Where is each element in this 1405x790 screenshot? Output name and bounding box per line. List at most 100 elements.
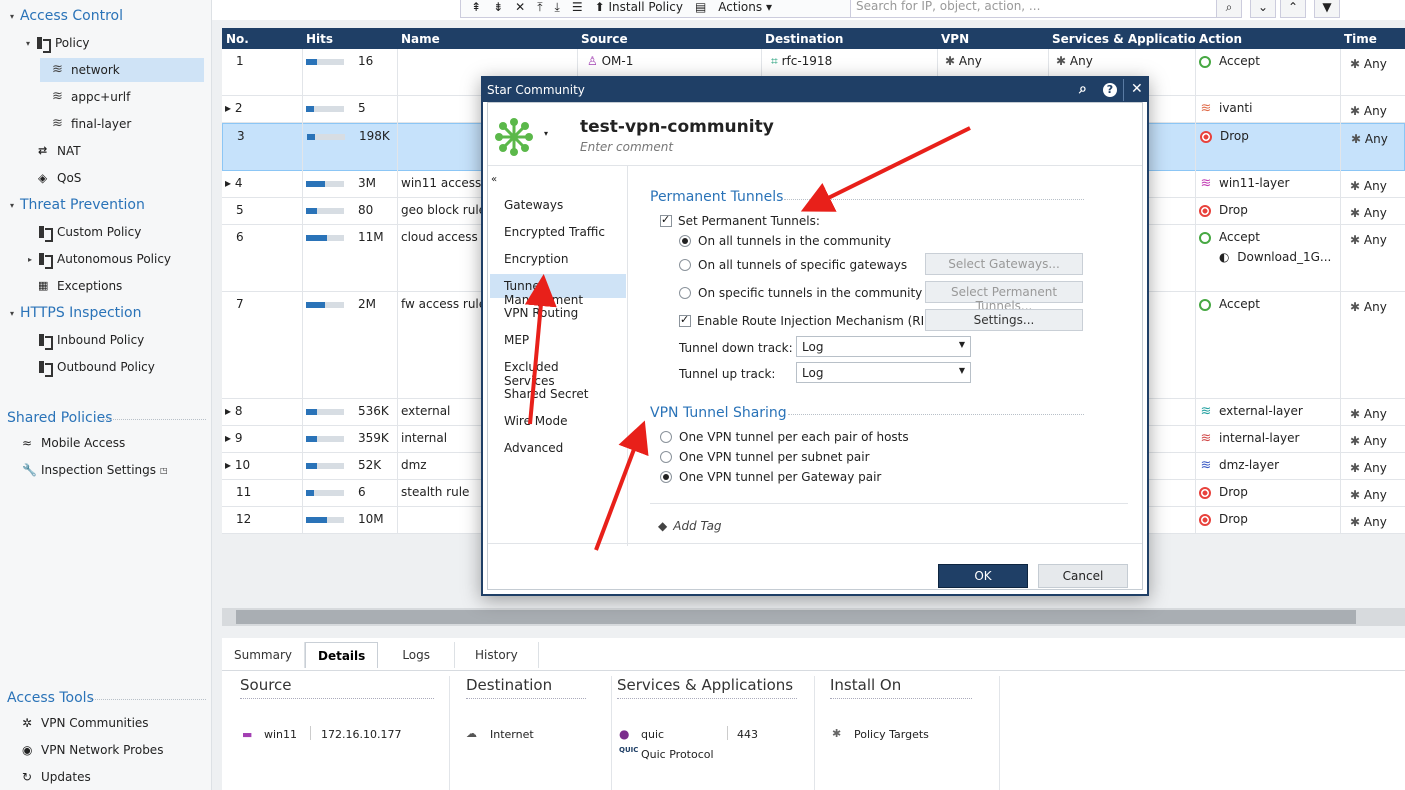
select-gateways-button[interactable]: Select Gateways... <box>925 253 1083 275</box>
community-name[interactable]: test-vpn-community <box>580 117 774 137</box>
radio-share-subnet[interactable]: One VPN tunnel per subnet pair <box>660 450 870 464</box>
cell-source[interactable]: ♙ OM-1 <box>577 49 761 73</box>
search-icon[interactable]: ⌕ <box>1216 0 1242 18</box>
set-permanent-checkbox[interactable]: Set Permanent Tunnels: <box>660 213 820 228</box>
cell-time[interactable]: ✱ Any <box>1340 49 1405 76</box>
close-icon[interactable]: ✕ <box>1131 81 1143 97</box>
nav-encryption[interactable]: Encryption <box>490 247 626 271</box>
sidebar-item-policy[interactable]: ▾ Policy <box>26 31 90 55</box>
sidebar-item-network[interactable]: ≋ network <box>40 58 204 82</box>
cell-time[interactable]: ✱ Any <box>1340 171 1405 198</box>
cell-time[interactable]: ✱ Any <box>1341 124 1405 151</box>
nav-wire-mode[interactable]: Wire Mode <box>490 409 626 433</box>
col-header-vpn[interactable]: VPN <box>937 28 1048 49</box>
cell-action[interactable]: Accept <box>1195 292 1340 316</box>
cell-vpn[interactable]: ✱ Any <box>937 49 1048 73</box>
delete-icon[interactable]: ✕ <box>515 0 525 14</box>
enable-rim-checkbox[interactable]: Enable Route Injection Mechanism (RIM) <box>679 313 939 328</box>
col-header-time[interactable]: Time <box>1340 28 1405 49</box>
col-header-no[interactable]: No. <box>222 28 302 49</box>
cell-action[interactable]: Accept <box>1195 49 1340 73</box>
cell-time[interactable]: ✱ Any <box>1340 96 1405 123</box>
destination-value[interactable]: Internet <box>490 728 534 741</box>
radio[interactable] <box>660 431 672 443</box>
section-icon[interactable]: ☰ <box>572 0 583 14</box>
caret-icon[interactable]: ▾ <box>10 201 20 210</box>
help-icon[interactable]: ? <box>1103 83 1117 97</box>
cell-time[interactable]: ✱ Any <box>1340 507 1405 534</box>
cell-action[interactable]: ≋ ivanti <box>1195 96 1340 121</box>
sidebar-item-mobile-access[interactable]: ≈ Mobile Access <box>22 431 125 455</box>
sidebar-item-vpn-communities[interactable]: ✲ VPN Communities <box>22 711 149 735</box>
ok-button[interactable]: OK <box>938 564 1028 588</box>
col-header-hits[interactable]: Hits <box>302 28 397 49</box>
horizontal-scrollbar[interactable] <box>222 608 1405 626</box>
expand-icon[interactable]: ▸ <box>225 101 235 115</box>
radio-share-hosts[interactable]: One VPN tunnel per each pair of hosts <box>660 430 909 444</box>
sidebar-threat-prevention[interactable]: ▾ Threat Prevention <box>10 193 145 217</box>
sidebar-item-final-layer[interactable]: ≋ final-layer <box>52 112 131 136</box>
select-permanent-tunnels-button[interactable]: Select Permanent Tunnels... <box>925 281 1083 313</box>
sidebar-item-exceptions[interactable]: ▦ Exceptions <box>38 274 122 298</box>
install-value[interactable]: Policy Targets <box>854 728 929 741</box>
cell-action[interactable]: Accept ◐ Download_1G... <box>1195 225 1340 269</box>
cell-action[interactable]: Drop <box>1195 507 1340 531</box>
tab-details[interactable]: Details <box>305 642 379 668</box>
radio-all-tunnels[interactable]: On all tunnels in the community <box>679 234 891 248</box>
cell-action[interactable]: Drop <box>1195 198 1340 222</box>
radio[interactable] <box>660 451 672 463</box>
actions-button[interactable]: Actions ▾ <box>718 0 772 14</box>
sidebar-item-appc-urlf[interactable]: ≋ appc+urlf <box>52 85 130 109</box>
move-down-icon[interactable]: ⤓ <box>555 0 560 15</box>
expand-icon[interactable]: ▸ <box>225 458 235 472</box>
expand-icon[interactable]: ▸ <box>225 404 235 418</box>
cell-time[interactable]: ✱ Any <box>1340 480 1405 507</box>
sidebar-access-control[interactable]: ▾ Access Control <box>10 4 123 28</box>
col-header-name[interactable]: Name <box>397 28 577 49</box>
sidebar-item-autonomous-policy[interactable]: ▸ Autonomous Policy <box>28 247 171 271</box>
chevron-up-icon[interactable]: ⌃ <box>1280 0 1306 18</box>
nav-encrypted-traffic[interactable]: Encrypted Traffic <box>490 220 626 244</box>
nav-excluded-services[interactable]: Excluded Services <box>490 355 626 388</box>
cell-services[interactable]: ✱ Any <box>1048 49 1195 73</box>
sidebar-item-inspection-settings[interactable]: 🔧 Inspection Settings ◳ <box>22 458 168 482</box>
nav-mep[interactable]: MEP <box>490 328 626 352</box>
caret-icon[interactable]: ▾ <box>10 12 20 21</box>
source-name[interactable]: win11 <box>264 728 297 741</box>
search-icon[interactable]: ⌕ <box>1079 81 1087 97</box>
search-input[interactable]: Search for IP, object, action, ... <box>850 0 1230 18</box>
cell-name[interactable] <box>397 49 577 59</box>
service-name[interactable]: quic <box>641 728 664 741</box>
policy-tools-icon[interactable]: ▤ <box>695 0 706 14</box>
cell-action[interactable]: ≋ win11-layer <box>1195 171 1340 196</box>
radio-specific-tunnels[interactable]: On specific tunnels in the community <box>679 286 922 300</box>
install-policy-button[interactable]: ⬆ Install Policy <box>595 0 683 14</box>
scrollbar-thumb[interactable] <box>236 610 1356 624</box>
collapse-icon[interactable]: « <box>491 174 497 185</box>
radio[interactable] <box>679 259 691 271</box>
chevron-down-icon[interactable]: ⌄ <box>1250 0 1276 18</box>
move-up-icon[interactable]: ⤒ <box>537 0 542 15</box>
cell-time[interactable]: ✱ Any <box>1340 399 1405 426</box>
cancel-button[interactable]: Cancel <box>1038 564 1128 588</box>
add-rule-below-icon[interactable]: ⇟ <box>493 0 503 14</box>
sidebar-item-vpn-network-probes[interactable]: ◉ VPN Network Probes <box>22 738 163 762</box>
cell-time[interactable]: ✱ Any <box>1340 198 1405 225</box>
cell-time[interactable]: ✱ Any <box>1340 453 1405 480</box>
checkbox[interactable] <box>679 313 691 327</box>
nav-advanced[interactable]: Advanced <box>490 436 626 460</box>
col-header-destination[interactable]: Destination <box>761 28 937 49</box>
filter-icon[interactable]: ▼ <box>1314 0 1340 18</box>
radio-share-gateway[interactable]: One VPN tunnel per Gateway pair <box>660 470 881 484</box>
nav-vpn-routing[interactable]: VPN Routing <box>490 301 626 325</box>
cell-time[interactable]: ✱ Any <box>1340 225 1405 252</box>
cell-time[interactable]: ✱ Any <box>1340 292 1405 319</box>
sidebar-item-outbound-policy[interactable]: Outbound Policy <box>38 355 155 379</box>
sidebar-item-nat[interactable]: ⇄ NAT <box>38 139 81 163</box>
nav-shared-secret[interactable]: Shared Secret <box>490 382 626 406</box>
sidebar-item-updates[interactable]: ↻ Updates <box>22 765 91 789</box>
col-header-source[interactable]: Source <box>577 28 761 49</box>
tab-history[interactable]: History <box>455 642 539 668</box>
tunnel-down-select[interactable]: Log ▼ <box>796 336 971 357</box>
sidebar-https-inspection[interactable]: ▾ HTTPS Inspection <box>10 301 141 325</box>
